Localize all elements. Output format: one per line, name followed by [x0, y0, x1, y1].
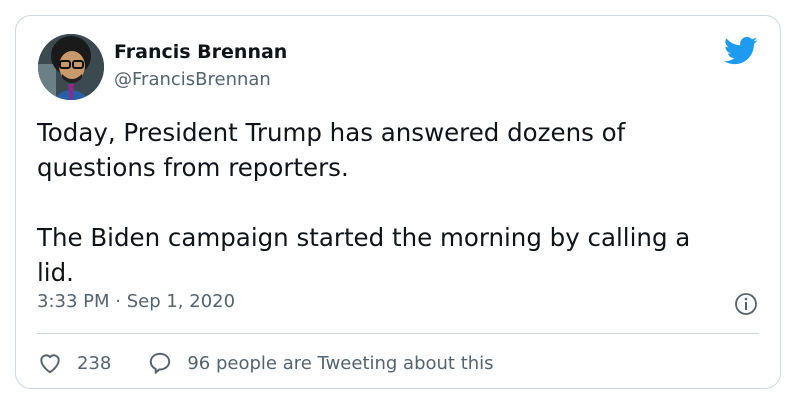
- tweet-text: Today, President Trump has answered doze…: [37, 118, 691, 287]
- reply-label: 96 people are Tweeting about this: [187, 352, 494, 374]
- info-icon[interactable]: [734, 292, 758, 316]
- author-name[interactable]: Francis Brennan: [114, 40, 287, 64]
- tweet-timestamp[interactable]: 3:33 PM · Sep 1, 2020: [37, 290, 235, 314]
- like-count: 238: [77, 352, 112, 374]
- heart-icon: [40, 354, 60, 374]
- avatar[interactable]: [38, 34, 104, 100]
- speech-bubble-icon: [150, 352, 171, 374]
- divider: [37, 333, 759, 334]
- tweet-card: Francis Brennan @FrancisBrennan Today, P…: [15, 15, 781, 389]
- author-handle[interactable]: @FrancisBrennan: [114, 68, 271, 92]
- reply-button[interactable]: 96 people are Tweeting about this: [147, 350, 494, 376]
- avatar-image: [38, 34, 104, 100]
- twitter-bird-icon[interactable]: [724, 36, 758, 66]
- like-button[interactable]: 238: [37, 350, 111, 376]
- action-bar: 238 96 people are Tweeting about this: [37, 349, 494, 377]
